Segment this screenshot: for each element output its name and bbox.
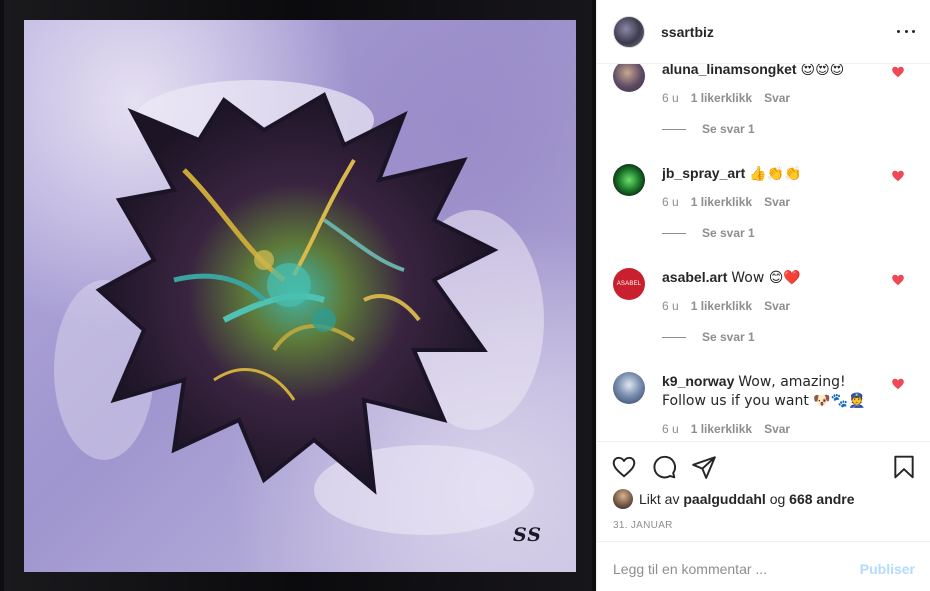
liker-username[interactable]: paalguddahl [683,491,765,507]
author-username[interactable]: ssartbiz [661,24,714,40]
commenter-username[interactable]: k9_norway [662,373,734,389]
commenter-avatar[interactable] [613,372,645,404]
replies-divider [662,128,686,130]
bookmark-icon[interactable] [891,454,917,480]
post-actions: Likt av paalguddahl og 668 andre 31. JAN… [597,441,930,541]
comment-meta: 6 u 1 likerklikk Svar [662,195,790,209]
comment-time[interactable]: 6 u [662,91,679,105]
comment-item: aluna_linamsongket 😍😍😍 6 u 1 likerklikk … [597,64,930,164]
comment-text: jb_spray_art 👍👏👏 [662,164,887,183]
comment-text: aluna_linamsongket 😍😍😍 [662,64,887,79]
commenter-username[interactable]: asabel.art [662,269,727,285]
comment-body: Wow 😊❤️ [731,270,801,286]
comment-time[interactable]: 6 u [662,422,679,436]
like-heart-icon[interactable] [611,454,637,480]
view-replies-button[interactable]: Se svar 1 [662,122,755,136]
commenter-username[interactable]: jb_spray_art [662,165,745,181]
comment-likes[interactable]: 1 likerklikk [691,91,752,105]
painting-frame: SS [4,0,592,591]
comment-text: asabel.art Wow 😊❤️ [662,268,887,287]
comment-item: ASABEL asabel.art Wow 😊❤️ 6 u 1 likerkli… [597,268,930,372]
more-options-icon[interactable] [897,22,915,40]
comment-icon[interactable] [651,454,677,480]
reply-button[interactable]: Svar [764,91,790,105]
replies-divider [662,336,686,338]
reply-button[interactable]: Svar [764,422,790,436]
comment-input[interactable]: Legg til en kommentar ... [613,561,767,577]
likes-summary: Likt av paalguddahl og 668 andre [613,489,855,509]
view-replies-button[interactable]: Se svar 1 [662,330,755,344]
author-avatar[interactable] [613,16,645,48]
comment-meta: 6 u 1 likerklikk Svar [662,299,790,313]
comment-meta: 6 u 1 likerklikk Svar [662,422,790,436]
comment-heart-icon[interactable] [891,377,905,391]
publish-button[interactable]: Publiser [860,561,915,577]
post-media[interactable]: SS [0,0,596,591]
post-header: ssartbiz [597,0,930,64]
comment-likes[interactable]: 1 likerklikk [691,195,752,209]
reply-button[interactable]: Svar [764,299,790,313]
share-icon[interactable] [691,454,717,480]
abstract-painting [54,80,544,535]
comment-likes[interactable]: 1 likerklikk [691,422,752,436]
comment-body: 👍👏👏 [749,166,802,182]
comment-composer: Legg til en kommentar ... Publiser [597,541,930,591]
commenter-avatar[interactable]: ASABEL [613,268,645,300]
post-date[interactable]: 31. JANUAR [613,520,673,531]
replies-divider [662,232,686,234]
comments-list[interactable]: aluna_linamsongket 😍😍😍 6 u 1 likerklikk … [597,64,930,441]
view-replies-label: Se svar 1 [702,122,755,136]
comment-meta: 6 u 1 likerklikk Svar [662,91,790,105]
comment-heart-icon[interactable] [891,273,905,287]
comment-time[interactable]: 6 u [662,299,679,313]
likes-joiner: og [769,491,786,507]
view-replies-button[interactable]: Se svar 1 [662,226,755,240]
comment-time[interactable]: 6 u [662,195,679,209]
likes-others-link[interactable]: 668 andre [789,491,854,507]
commenter-avatar[interactable] [613,64,645,92]
avatar-logo-text: ASABEL [616,281,642,287]
view-replies-label: Se svar 1 [702,330,755,344]
painting-canvas: SS [24,20,576,572]
likes-prefix: Likt av [639,491,680,507]
commenter-username[interactable]: aluna_linamsongket [662,64,797,77]
post-panel: ssartbiz aluna_linamsongket 😍😍😍 6 u 1 li… [596,0,930,591]
liker-avatar[interactable] [613,489,633,509]
artist-signature: SS [512,524,542,546]
view-replies-label: Se svar 1 [702,226,755,240]
comment-body: 😍😍😍 [800,64,845,78]
comment-item: jb_spray_art 👍👏👏 6 u 1 likerklikk Svar S… [597,164,930,268]
comment-text: k9_norway Wow, amazing! Follow us if you… [662,372,887,410]
comment-heart-icon[interactable] [891,169,905,183]
comment-likes[interactable]: 1 likerklikk [691,299,752,313]
commenter-avatar[interactable] [613,164,645,196]
comment-heart-icon[interactable] [891,65,905,79]
reply-button[interactable]: Svar [764,195,790,209]
comment-item: k9_norway Wow, amazing! Follow us if you… [597,372,930,441]
